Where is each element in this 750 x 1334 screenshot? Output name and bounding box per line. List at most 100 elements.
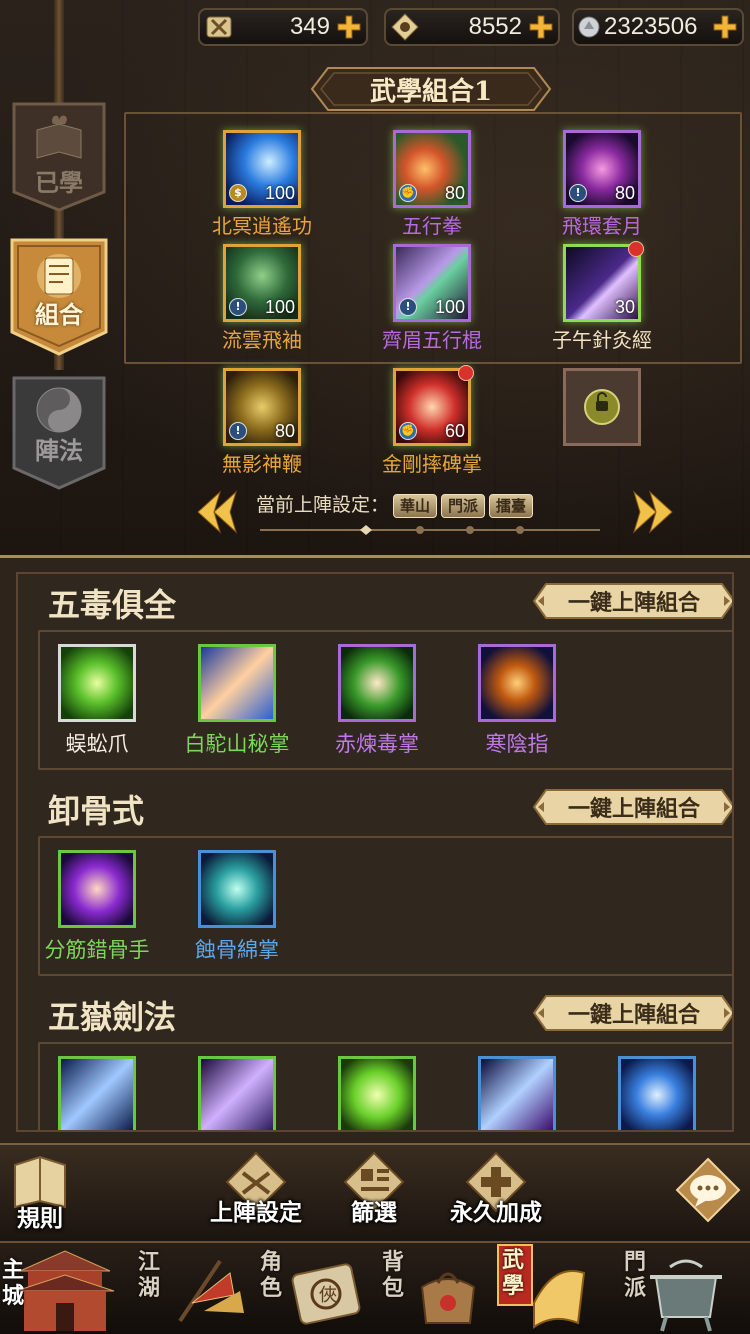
formation-setting-label: 上陣設定 bbox=[210, 1199, 302, 1226]
page-indicator bbox=[260, 525, 600, 535]
skill-name: 子午針灸經 bbox=[552, 328, 652, 352]
skill-icon: ! 100 bbox=[393, 244, 471, 322]
skill-icon bbox=[198, 850, 276, 928]
group-skill[interactable] bbox=[478, 1056, 556, 1130]
filter-button[interactable]: 篩選 bbox=[314, 1149, 434, 1239]
rules-button[interactable]: 規則 bbox=[0, 1149, 90, 1239]
one-click-equip-button[interactable]: 一鍵上陣組合 bbox=[532, 582, 732, 620]
skill-name: 寒陰指 bbox=[485, 732, 549, 756]
skill-name: 金剛摔碑掌 bbox=[382, 452, 482, 476]
group-skill[interactable] bbox=[338, 1056, 416, 1130]
skill-icon bbox=[58, 850, 136, 928]
nav-main-city[interactable]: 主城 bbox=[0, 1243, 120, 1334]
next-arrow-icon[interactable] bbox=[630, 488, 680, 536]
nav-sect-label: 門派 bbox=[624, 1249, 647, 1301]
nav-character-label: 角色 bbox=[260, 1249, 283, 1301]
group-skill[interactable] bbox=[618, 1056, 696, 1130]
new-dot-badge bbox=[458, 365, 474, 381]
jade-token-icon bbox=[388, 10, 422, 44]
top-skill-8[interactable]: ✊ 60 金剛摔碑掌 bbox=[382, 365, 482, 477]
group-skill[interactable]: 蝕骨綿掌 bbox=[195, 850, 279, 964]
bottom-navigation: 主城 江湖 俠 角色 背包 武學 門派 bbox=[0, 1241, 750, 1334]
skill-icon bbox=[58, 644, 136, 722]
nav-martial-arts[interactable]: 武學 bbox=[494, 1243, 614, 1334]
skill-level: 80 bbox=[274, 421, 295, 441]
currency-tickets-value: 349 bbox=[289, 13, 330, 40]
top-skill-2[interactable]: ✊ 80 五行拳 bbox=[392, 130, 472, 239]
tab-combo[interactable]: 組合 bbox=[10, 236, 108, 356]
currency-jade-value: 8552 bbox=[468, 13, 522, 40]
skill-icon bbox=[338, 1056, 416, 1130]
silver-icon bbox=[576, 10, 602, 44]
current-setting-label: 當前上陣設定： 華山 門派 擂臺 bbox=[256, 490, 534, 518]
lock-icon bbox=[584, 389, 620, 425]
nav-character[interactable]: 俠 角色 bbox=[252, 1243, 372, 1334]
skill-icon: ! 80 bbox=[563, 130, 641, 208]
group-skill[interactable] bbox=[58, 1056, 136, 1130]
group-skill[interactable] bbox=[198, 1056, 276, 1130]
group-skill[interactable]: 白駝山秘掌 bbox=[185, 644, 290, 758]
nav-sect[interactable]: 門派 bbox=[616, 1243, 736, 1334]
formation-setting-button[interactable]: 上陣設定 bbox=[196, 1149, 316, 1239]
tickets-icon bbox=[202, 10, 236, 44]
skill-icon: ✊ 60 bbox=[393, 365, 474, 446]
top-skill-6[interactable]: 30 子午針灸經 bbox=[552, 241, 652, 353]
group-skill[interactable]: 蜈蚣爪 bbox=[58, 644, 136, 758]
add-silver-button[interactable] bbox=[710, 12, 740, 42]
skill-icon: ! 100 bbox=[223, 244, 301, 322]
skill-level: 80 bbox=[444, 183, 465, 203]
nav-backpack[interactable]: 背包 bbox=[374, 1243, 494, 1334]
prev-arrow-icon[interactable] bbox=[190, 488, 240, 536]
new-dot-badge bbox=[628, 241, 644, 257]
setting-chip-sect: 門派 bbox=[441, 493, 486, 518]
book-flame-icon bbox=[36, 115, 82, 159]
skill-icon bbox=[198, 1056, 276, 1130]
skill-name: 蝕骨綿掌 bbox=[195, 938, 279, 962]
currency-tickets: 349 bbox=[198, 8, 368, 46]
skill-icon: ! 80 bbox=[223, 368, 301, 446]
tab-learned-label: 已學 bbox=[35, 168, 83, 197]
skill-level: 80 bbox=[614, 183, 635, 203]
add-jade-button[interactable] bbox=[526, 12, 556, 42]
nav-jianghu[interactable]: 江湖 bbox=[130, 1243, 250, 1334]
currency-jade: 8552 bbox=[384, 8, 560, 46]
locked-slot[interactable] bbox=[562, 368, 642, 446]
permanent-bonus-button[interactable]: 永久加成 bbox=[436, 1149, 556, 1239]
flag-icon bbox=[178, 1259, 244, 1323]
top-skill-7[interactable]: ! 80 無影神鞭 bbox=[222, 368, 302, 477]
one-click-equip-button[interactable]: 一鍵上陣組合 bbox=[532, 788, 732, 826]
skill-icon bbox=[58, 1056, 136, 1130]
yin-yang-icon bbox=[36, 387, 82, 433]
tab-formation-label: 陣法 bbox=[35, 436, 83, 465]
skill-level: 100 bbox=[264, 183, 295, 203]
one-click-equip-button[interactable]: 一鍵上陣組合 bbox=[532, 994, 732, 1032]
top-skill-1[interactable]: $ 100 北冥逍遙功 bbox=[212, 130, 312, 239]
nav-backpack-label: 背包 bbox=[382, 1249, 405, 1301]
skill-level: 100 bbox=[264, 297, 295, 317]
nav-martial-arts-label: 武學 bbox=[502, 1247, 525, 1299]
tab-formation[interactable]: 陣法 bbox=[10, 374, 108, 490]
group-skill[interactable]: 寒陰指 bbox=[478, 644, 556, 758]
skill-icon bbox=[338, 644, 416, 722]
top-skill-5[interactable]: ! 100 齊眉五行棍 bbox=[382, 244, 482, 353]
skill-icon bbox=[618, 1056, 696, 1130]
top-skill-4[interactable]: ! 100 流雲飛袖 bbox=[222, 244, 302, 353]
skill-icon: $ 100 bbox=[223, 130, 301, 208]
add-tickets-button[interactable] bbox=[334, 12, 364, 42]
group-skill[interactable]: 分筋錯骨手 bbox=[45, 850, 150, 964]
chat-button[interactable] bbox=[668, 1149, 748, 1239]
combo-list-scroll[interactable]: 五毒俱全 一鍵上陣組合 蜈蚣爪 白駝山秘掌 赤煉毒掌 寒陰指 卸骨式 一鍵上陣組… bbox=[16, 572, 734, 1132]
tab-learned[interactable]: 已學 bbox=[10, 100, 108, 212]
top-skill-3[interactable]: ! 80 飛環套月 bbox=[562, 130, 642, 239]
combo-list-panel: 五毒俱全 一鍵上陣組合 蜈蚣爪 白駝山秘掌 赤煉毒掌 寒陰指 卸骨式 一鍵上陣組… bbox=[0, 555, 750, 1143]
current-setting-text: 當前上陣設定： bbox=[256, 494, 390, 516]
combo-title-banner: 武學組合1 bbox=[310, 66, 552, 112]
group-skill[interactable]: 赤煉毒掌 bbox=[335, 644, 419, 758]
skill-name: 飛環套月 bbox=[562, 214, 642, 238]
group-title: 五嶽劍法 bbox=[48, 998, 177, 1036]
nav-main-city-label: 主城 bbox=[2, 1257, 25, 1309]
bag-icon bbox=[420, 1272, 476, 1324]
hero-scroll-icon: 俠 bbox=[291, 1263, 361, 1325]
currency-silver-value: 2323506 bbox=[604, 13, 698, 40]
skill-icon: ✊ 80 bbox=[393, 130, 471, 208]
